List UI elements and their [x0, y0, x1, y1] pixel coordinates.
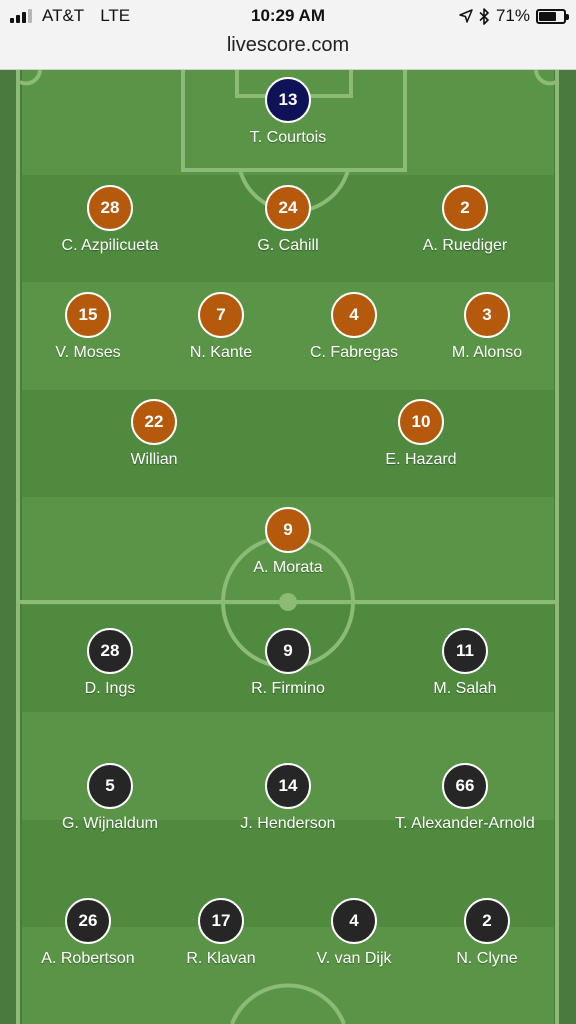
player-away-def-1[interactable]: 26 A. Robertson: [13, 898, 163, 968]
player-away-mid-2[interactable]: 14 J. Henderson: [213, 763, 363, 833]
url-bar[interactable]: livescore.com: [0, 34, 576, 57]
player-name: C. Fabregas: [309, 344, 399, 361]
player-name: R. Klavan: [186, 950, 256, 967]
player-home-mid-2[interactable]: 7 N. Kante: [146, 292, 296, 362]
player-name: A. Ruediger: [422, 237, 508, 254]
player-number: 4: [331, 292, 377, 338]
player-number: 22: [131, 399, 177, 445]
player-away-fwd-3[interactable]: 11 M. Salah: [390, 628, 540, 698]
player-name: V. Moses: [55, 344, 121, 361]
battery-icon: [536, 8, 569, 24]
player-name: M. Alonso: [451, 344, 523, 361]
player-away-mid-1[interactable]: 5 G. Wijnaldum: [35, 763, 185, 833]
corner-arc-right: [534, 70, 557, 86]
player-away-def-3[interactable]: 4 V. van Dijk: [279, 898, 429, 968]
player-number: 26: [65, 898, 111, 944]
player-number: 4: [331, 898, 377, 944]
player-number: 17: [198, 898, 244, 944]
player-away-fwd-2[interactable]: 9 R. Firmino: [213, 628, 363, 698]
player-number: 7: [198, 292, 244, 338]
player-number: 28: [87, 628, 133, 674]
player-name: N. Kante: [189, 344, 253, 361]
player-home-gk[interactable]: 13 T. Courtois: [213, 77, 363, 147]
bluetooth-icon: [479, 7, 489, 25]
status-right: 71%: [459, 6, 569, 26]
player-name: N. Clyne: [456, 950, 518, 967]
player-number: 66: [442, 763, 488, 809]
player-name: Willian: [130, 451, 178, 468]
player-number: 9: [265, 628, 311, 674]
player-name: J. Henderson: [240, 815, 336, 832]
player-number: 28: [87, 185, 133, 231]
player-name: G. Cahill: [257, 237, 319, 254]
player-name: A. Morata: [253, 559, 323, 576]
player-away-fwd-1[interactable]: 28 D. Ings: [35, 628, 185, 698]
player-home-mid-1[interactable]: 15 V. Moses: [13, 292, 163, 362]
corner-arc-left: [19, 70, 42, 86]
battery-percent: 71%: [495, 6, 530, 25]
battery-fill: [539, 11, 556, 21]
player-name: V. van Dijk: [316, 950, 392, 967]
player-number: 10: [398, 399, 444, 445]
player-name: T. Courtois: [249, 129, 327, 146]
player-name: M. Salah: [433, 680, 497, 697]
player-away-mid-3[interactable]: 66 T. Alexander-Arnold: [390, 763, 540, 833]
player-name: E. Hazard: [385, 451, 457, 468]
player-number: 2: [464, 898, 510, 944]
player-number: 2: [442, 185, 488, 231]
player-number: 13: [265, 77, 311, 123]
penalty-arc-bottom: [230, 983, 346, 1024]
player-number: 24: [265, 185, 311, 231]
player-home-def-1[interactable]: 28 C. Azpilicueta: [35, 185, 185, 255]
player-name: C. Azpilicueta: [61, 237, 159, 254]
pitch: 13 T. Courtois 28 C. Azpilicueta 24 G. C…: [0, 70, 576, 1024]
player-number: 9: [265, 507, 311, 553]
player-number: 3: [464, 292, 510, 338]
player-home-am-1[interactable]: 22 Willian: [79, 399, 229, 469]
player-home-def-2[interactable]: 24 G. Cahill: [213, 185, 363, 255]
player-name: R. Firmino: [251, 680, 325, 697]
player-number: 11: [442, 628, 488, 674]
player-home-mid-4[interactable]: 3 M. Alonso: [412, 292, 562, 362]
player-name: T. Alexander-Arnold: [395, 815, 535, 832]
player-home-def-3[interactable]: 2 A. Ruediger: [390, 185, 540, 255]
status-bar: AT&T LTE 10:29 AM 71% livescore.com: [0, 0, 576, 70]
player-name: G. Wijnaldum: [61, 815, 159, 832]
player-number: 14: [265, 763, 311, 809]
player-home-am-2[interactable]: 10 E. Hazard: [346, 399, 496, 469]
player-away-def-4[interactable]: 2 N. Clyne: [412, 898, 562, 968]
player-name: D. Ings: [84, 680, 136, 697]
player-home-mid-3[interactable]: 4 C. Fabregas: [279, 292, 429, 362]
player-home-fwd-1[interactable]: 9 A. Morata: [213, 507, 363, 577]
player-number: 15: [65, 292, 111, 338]
player-number: 5: [87, 763, 133, 809]
player-name: A. Robertson: [41, 950, 135, 967]
centre-spot: [279, 593, 297, 611]
location-arrow-icon: [459, 9, 473, 23]
player-away-def-2[interactable]: 17 R. Klavan: [146, 898, 296, 968]
